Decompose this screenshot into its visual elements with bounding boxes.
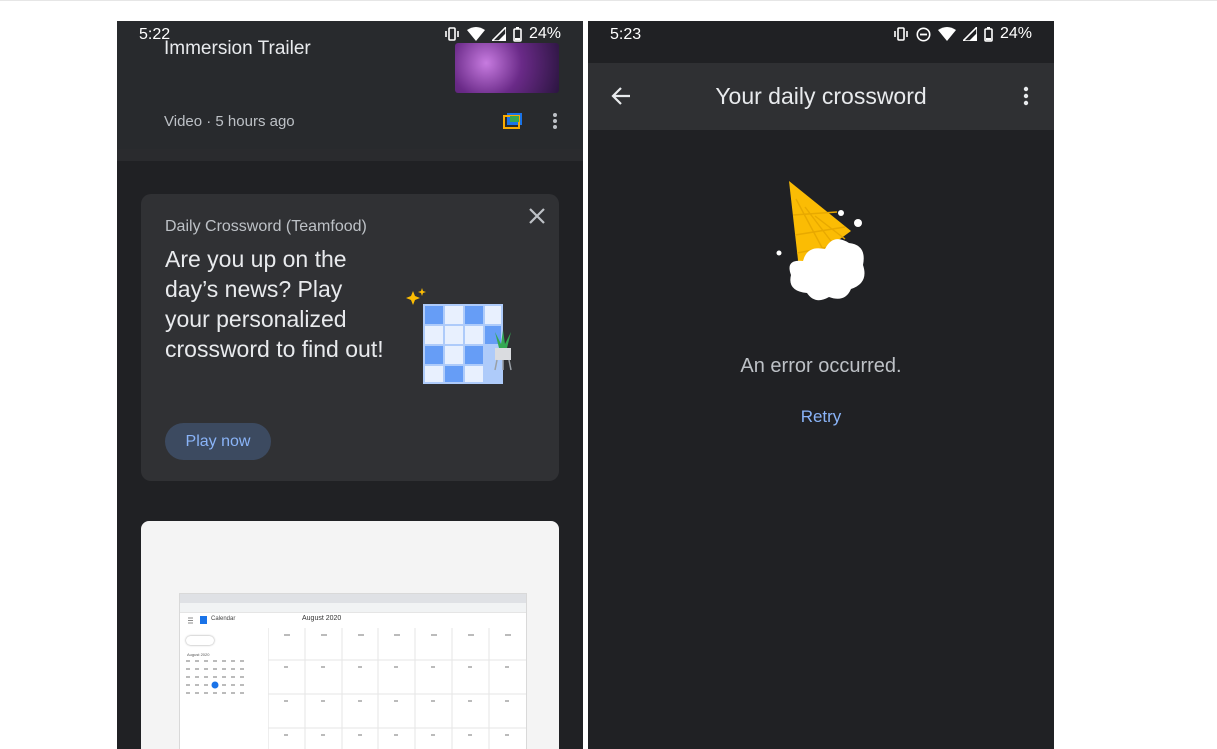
calendar-label: Calendar xyxy=(211,616,236,622)
feed-separator xyxy=(117,149,583,161)
close-icon[interactable] xyxy=(527,206,547,226)
crossword-promo-card[interactable]: Daily Crossword (Teamfood) Are you up on… xyxy=(141,194,559,481)
browser-screenshot: Calendar August 2020 August 2020 xyxy=(179,593,527,749)
page-title: Your daily crossword xyxy=(715,83,927,109)
calendar-preview-card[interactable]: Calendar August 2020 August 2020 xyxy=(141,521,559,749)
mini-calendar-month: August 2020 xyxy=(187,652,210,657)
signal-icon xyxy=(962,27,977,41)
battery-percent: 24% xyxy=(528,25,561,42)
battery-icon xyxy=(984,26,993,42)
battery-percent: 24% xyxy=(999,25,1032,42)
wifi-icon xyxy=(937,27,956,41)
video-meta: Video · 5 hours ago xyxy=(164,113,295,130)
more-vert-icon[interactable] xyxy=(1022,85,1030,107)
calendar-month: August 2020 xyxy=(302,615,342,622)
card-source: Daily Crossword (Teamfood) xyxy=(165,218,367,235)
status-time: 5:22 xyxy=(139,26,171,43)
play-now-button[interactable]: Play now xyxy=(165,423,271,460)
page-top-divider xyxy=(0,0,1217,1)
dropped-ice-cream-icon xyxy=(776,181,865,301)
right-phone-screen: 5:23 24% Your daily crossword An error o… xyxy=(588,21,1054,749)
crossword-grid-icon xyxy=(406,288,512,384)
app-bar: Your daily crossword xyxy=(588,63,1054,130)
retry-button[interactable]: Retry xyxy=(588,407,1054,427)
calendar-month-grid xyxy=(268,628,526,749)
battery-icon xyxy=(513,26,522,42)
browser-tabs xyxy=(180,594,526,603)
wifi-icon xyxy=(466,27,485,41)
more-vert-icon[interactable] xyxy=(551,111,559,131)
vibrate-icon xyxy=(445,27,459,41)
status-time: 5:23 xyxy=(610,26,642,43)
calendar-app-icon xyxy=(188,616,207,624)
gallery-icon[interactable] xyxy=(502,111,524,131)
left-phone-screen: Immersion Trailer Video · 5 hours ago 5:… xyxy=(117,21,583,749)
browser-url-bar xyxy=(180,603,526,613)
do-not-disturb-icon xyxy=(916,27,931,41)
signal-icon xyxy=(491,27,506,41)
vibrate-icon xyxy=(894,27,908,41)
error-message: An error occurred. xyxy=(740,355,902,377)
status-bar: 5:22 24% xyxy=(117,21,583,49)
video-thumbnail[interactable] xyxy=(455,43,559,93)
mini-calendar-grid xyxy=(186,660,244,694)
card-headline: Are you up on the day’s news? Play your … xyxy=(165,246,384,362)
status-bar: 5:23 24% xyxy=(588,21,1054,49)
calendar-sidebar: August 2020 xyxy=(180,628,269,749)
